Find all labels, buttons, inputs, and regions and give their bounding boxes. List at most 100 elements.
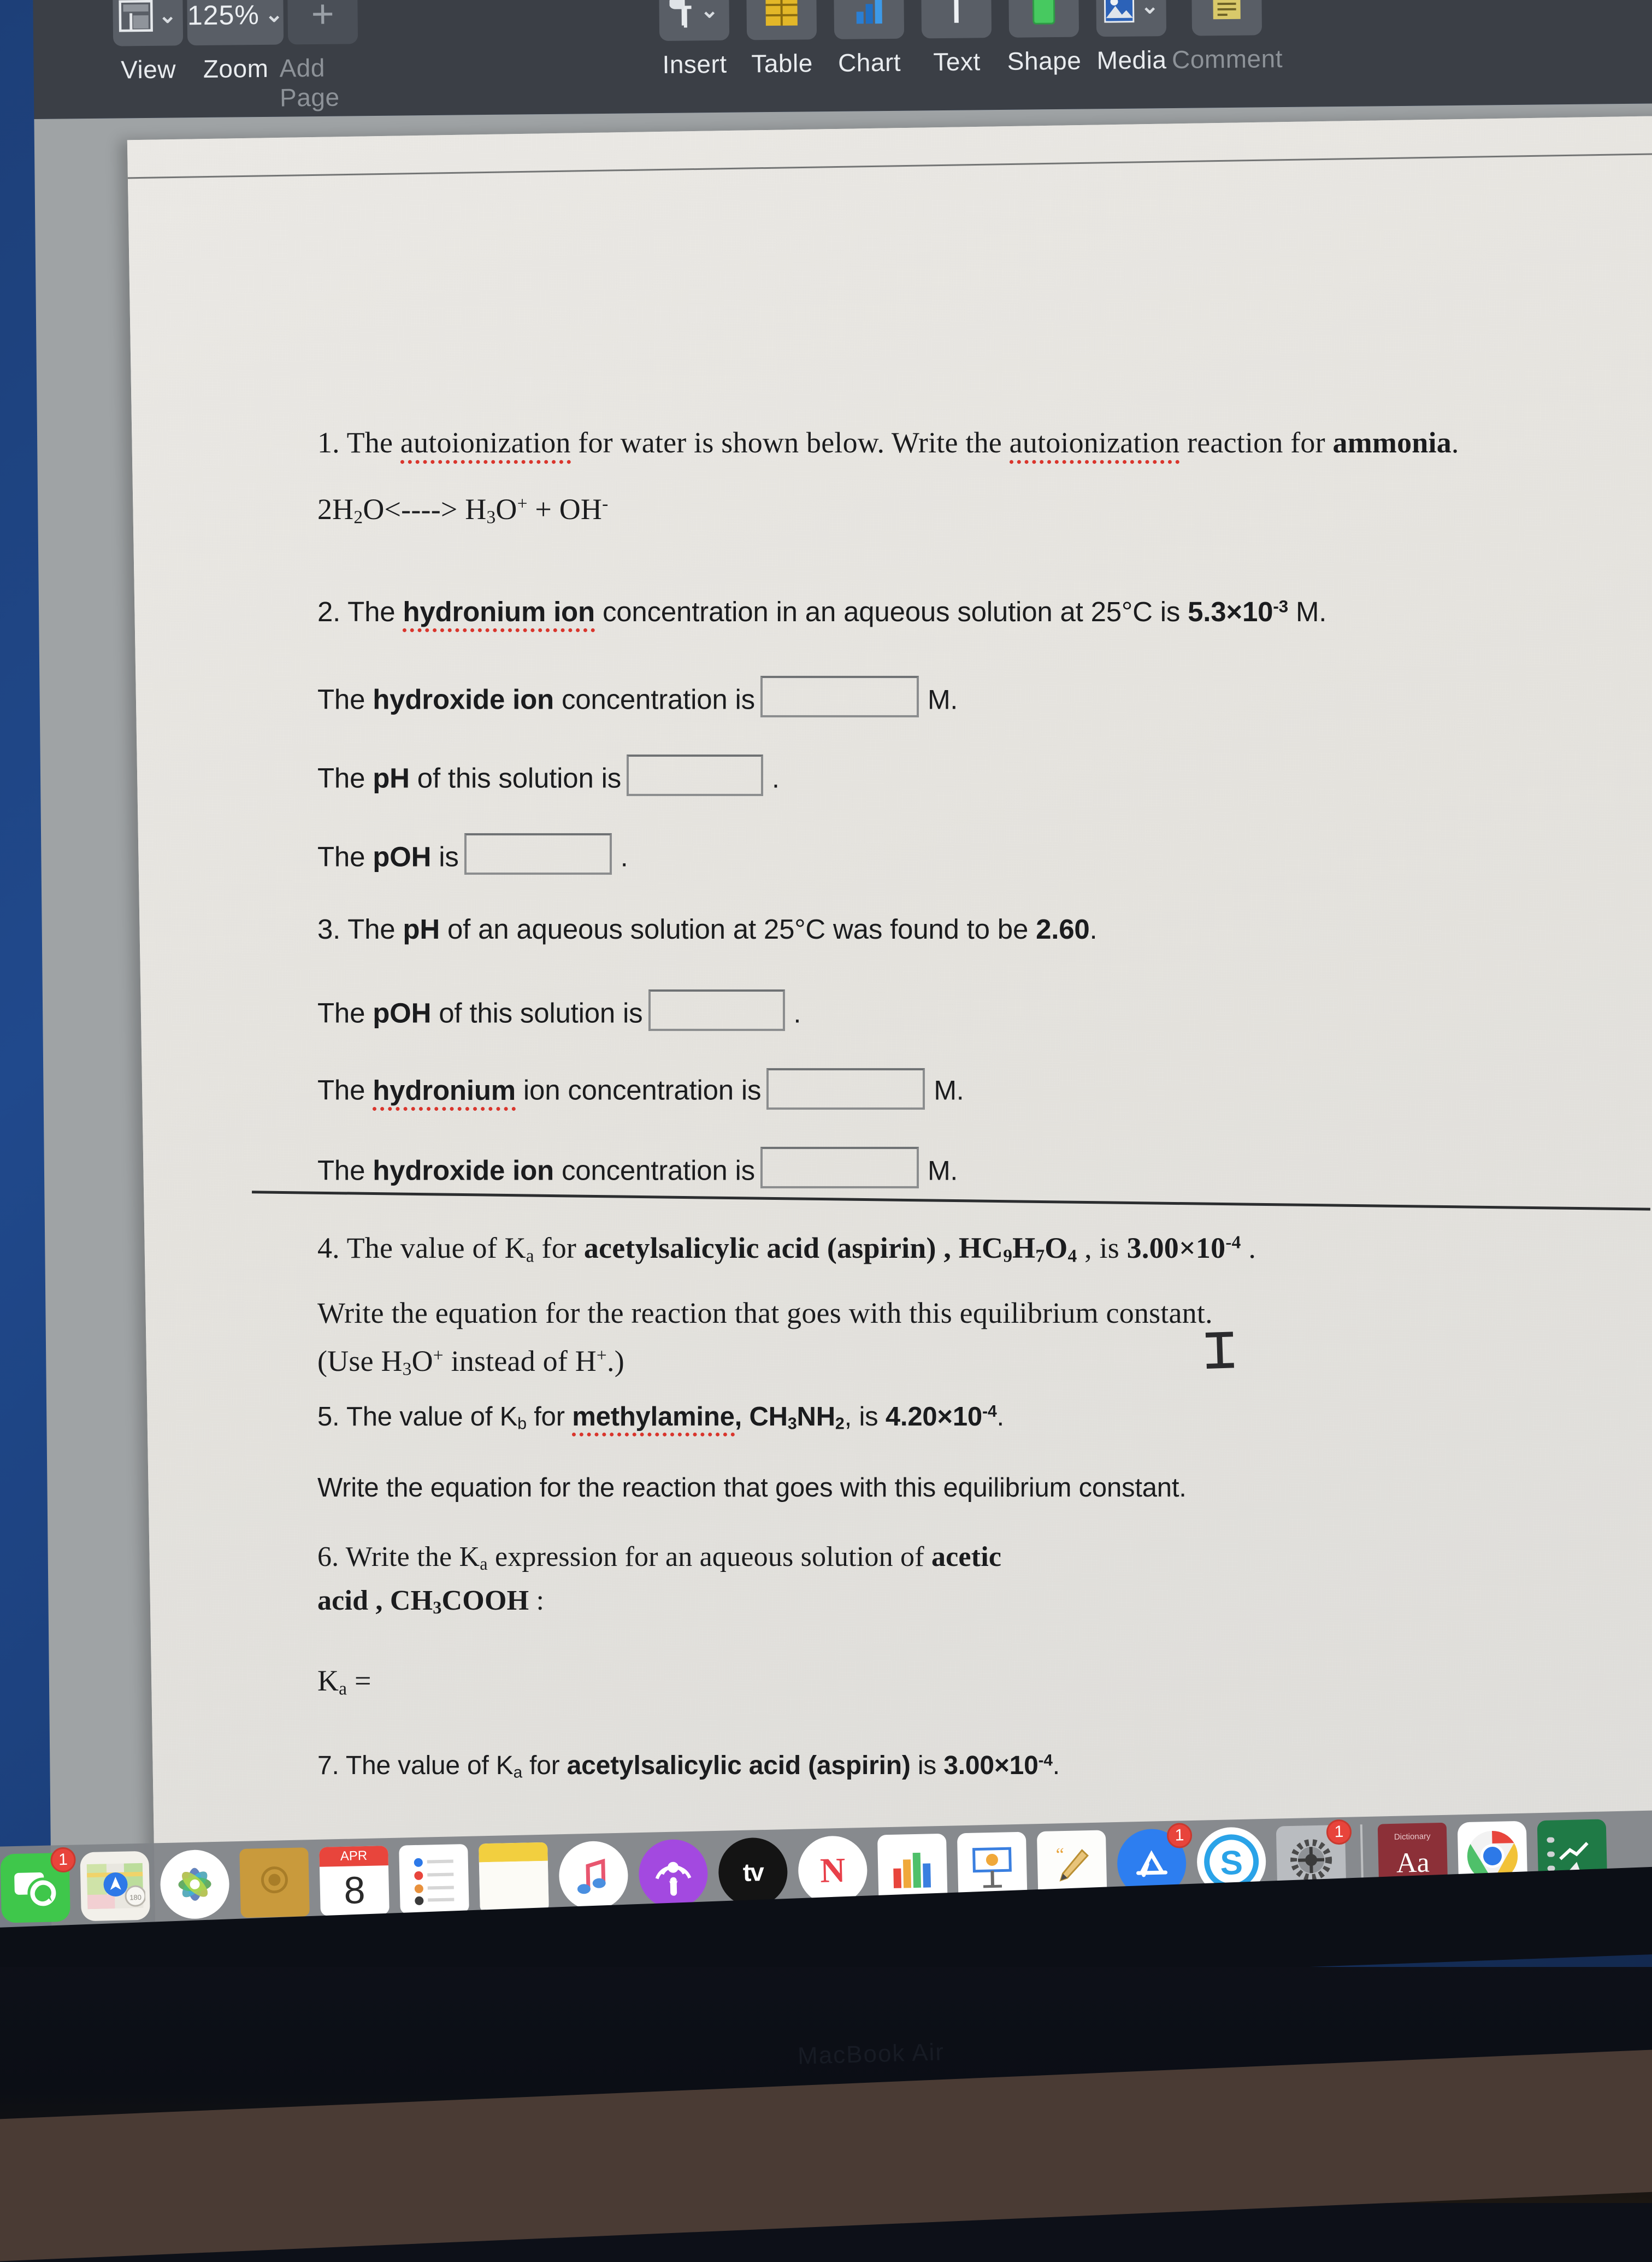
- q2-answer-line-poh[interactable]: The pOH is.: [317, 833, 1652, 878]
- contacts-icon: [247, 1852, 301, 1913]
- q2-l1-bold: hydroxide ion: [373, 684, 554, 715]
- toolbar-button-add-page[interactable]: + Add Page: [279, 0, 367, 113]
- q3-l2-unit: M.: [934, 1075, 964, 1106]
- q2-l2-post: of this solution is: [410, 762, 621, 793]
- table-grid-icon: [764, 0, 799, 27]
- add-page-button-surface[interactable]: +: [287, 0, 358, 45]
- dock-item-reminders[interactable]: [399, 1844, 469, 1915]
- media-button-surface[interactable]: ⌄: [1096, 0, 1166, 37]
- q3-answer-line-hydroxide[interactable]: The hydroxide ion concentration isM.: [317, 1147, 1652, 1192]
- keynote-podium-icon: [968, 1843, 1016, 1891]
- q5-sub-d: 2: [835, 1415, 845, 1433]
- chart-button-surface[interactable]: [834, 0, 904, 39]
- q1-eq-o: O: [495, 493, 517, 526]
- q3-answer-line-poh[interactable]: The pOH of this solution is.: [317, 989, 1652, 1034]
- document-scroll-area[interactable]: 1. The autoionization for water is shown…: [34, 103, 1652, 1933]
- toolbar-label-text: Text: [933, 46, 981, 76]
- zoom-button-surface[interactable]: 125% ⌄: [187, 0, 284, 45]
- q6-text-a: Write the K: [346, 1541, 480, 1572]
- document-page[interactable]: 1. The autoionization for water is shown…: [127, 114, 1652, 1933]
- q3-answer-line-hydronium[interactable]: The hydronium ion concentration isM.: [317, 1068, 1652, 1113]
- q7-number: 7.: [317, 1751, 339, 1780]
- question-3[interactable]: 3. The pH of an aqueous solution at 25°C…: [317, 909, 1652, 951]
- dock-item-contacts[interactable]: [239, 1847, 310, 1918]
- section-divider-rule: [252, 1191, 1650, 1211]
- text-button-surface[interactable]: [921, 0, 992, 38]
- toolbar-button-shape[interactable]: Shape: [1000, 0, 1088, 76]
- q4-l3-sup: +: [433, 1346, 444, 1366]
- q5-text-b: for: [527, 1402, 572, 1432]
- answer-field-ph[interactable]: [627, 755, 763, 796]
- q4-l3-a: (Use H: [317, 1345, 403, 1377]
- toolbar-button-media[interactable]: ⌄ Media: [1087, 0, 1176, 75]
- q3-l3-post: concentration is: [554, 1155, 755, 1186]
- question-6[interactable]: 6. Write the Ka expression for an aqueou…: [317, 1536, 1652, 1577]
- answer-field-poh[interactable]: [464, 833, 612, 875]
- view-button-surface[interactable]: ⌄: [113, 0, 183, 46]
- comment-button-surface[interactable]: [1191, 0, 1262, 36]
- podcasts-icon: [647, 1848, 699, 1900]
- q6-expr-sub: a: [339, 1678, 347, 1699]
- dock-item-maps[interactable]: 180: [80, 1851, 150, 1922]
- q5-text-c: , CH: [735, 1402, 788, 1432]
- question-4[interactable]: 4. The value of Ka for acetylsalicylic a…: [317, 1227, 1652, 1270]
- q4-sup-f: -4: [1225, 1233, 1241, 1253]
- q6-l2-colon: :: [529, 1585, 544, 1616]
- q1-equation[interactable]: 2H2O<----> H3O+ + OH-: [317, 488, 1652, 531]
- toolbar-label-shape: Shape: [1007, 46, 1082, 76]
- shape-button-surface[interactable]: [1008, 0, 1079, 38]
- sticky-note-icon: [1211, 0, 1243, 21]
- q1-text-d: .: [1452, 426, 1459, 459]
- bar-chart-icon: [852, 0, 886, 26]
- toolbar-button-view[interactable]: ⌄ View: [104, 0, 192, 85]
- dock-item-news[interactable]: N: [798, 1835, 868, 1906]
- dock-item-calendar[interactable]: APR 8: [319, 1846, 390, 1916]
- q1-text-b: for water is shown below. Write the: [571, 426, 1010, 459]
- q2-unit: M.: [1288, 596, 1326, 627]
- q4-sub-d: 7: [1035, 1246, 1045, 1267]
- dock-item-messages[interactable]: 1: [0, 1853, 70, 1923]
- q6-l2-bold2: COOH: [442, 1585, 529, 1616]
- chevron-down-icon: ⌄: [1141, 0, 1159, 17]
- answer-field-poh-q3[interactable]: [648, 989, 784, 1031]
- q5-bold-value: 4.20×10: [886, 1402, 982, 1432]
- q7-sub-a: a: [514, 1763, 522, 1781]
- q2-l3-pre: The: [317, 841, 373, 872]
- question-2[interactable]: 2. The hydronium ion concentration in an…: [317, 591, 1652, 633]
- q4-use-h3o-note: (Use H3O+ instead of H+.): [317, 1340, 1652, 1383]
- question-1[interactable]: 1. The autoionization for water is shown…: [317, 421, 1652, 464]
- q4-text-d: H: [1012, 1232, 1035, 1264]
- q2-value-exponent: -3: [1273, 597, 1288, 616]
- q6-ka-expression-answer[interactable]: Ka =: [317, 1659, 1652, 1703]
- table-button-surface[interactable]: [746, 0, 817, 40]
- q1-misspelled-autoionization-1: autoionization: [400, 426, 571, 464]
- toolbar-button-comment[interactable]: Comment: [1175, 0, 1279, 74]
- text-cursor-ibeam: [1217, 1333, 1223, 1367]
- toolbar-button-text[interactable]: Text: [912, 0, 1001, 77]
- q2-answer-line-hydroxide[interactable]: The hydroxide ion concentration isM.: [317, 676, 1652, 721]
- answer-field-hydronium-concentration[interactable]: [766, 1068, 925, 1110]
- dock-item-music[interactable]: [558, 1841, 629, 1911]
- q2-answer-line-ph[interactable]: The pH of this solution is.: [317, 755, 1652, 799]
- toolbar-button-table[interactable]: Table: [738, 0, 826, 79]
- toolbar-label-view: View: [121, 54, 176, 84]
- document-content[interactable]: 1. The autoionization for water is shown…: [317, 421, 1652, 1786]
- dock-item-notes[interactable]: [479, 1842, 549, 1913]
- q5-text-f: .: [997, 1402, 1004, 1432]
- q2-text-b: concentration in an aqueous solution at …: [595, 596, 1188, 627]
- dock-item-podcasts[interactable]: [638, 1839, 709, 1909]
- dock-item-photos[interactable]: [160, 1849, 230, 1919]
- q2-l3-unit: .: [621, 841, 628, 872]
- toolbar-button-insert[interactable]: ⌄ Insert: [650, 0, 739, 79]
- question-5[interactable]: 5. The value of Kb for methylamine, CH3N…: [317, 1397, 1652, 1438]
- insert-button-surface[interactable]: ⌄: [659, 0, 729, 41]
- toolbar-button-zoom[interactable]: 125% ⌄ Zoom: [191, 0, 280, 84]
- question-7[interactable]: 7. The value of Ka for acetylsalicylic a…: [317, 1746, 1652, 1786]
- pages-toolbar: ⌄ View 125% ⌄ Zoom: [33, 0, 1652, 119]
- dock-item-apple-tv[interactable]: tv: [718, 1837, 788, 1907]
- toolbar-button-chart[interactable]: Chart: [825, 0, 913, 78]
- q1-eq-prefix: 2H: [317, 493, 353, 526]
- answer-field-hydroxide-concentration[interactable]: [760, 676, 919, 717]
- answer-field-hydroxide-concentration-q3[interactable]: [760, 1147, 919, 1188]
- q2-l1-post: concentration is: [554, 684, 755, 715]
